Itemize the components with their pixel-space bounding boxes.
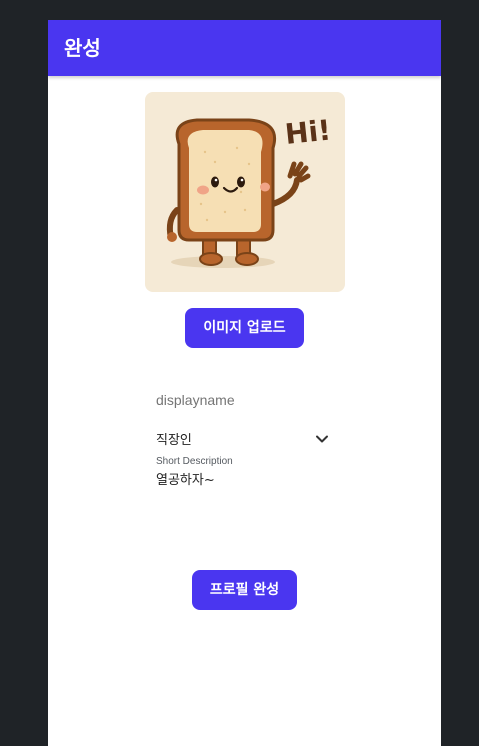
- app-screen: 완성 Hi! 이미지 업로드 displayname 직장인 Short Des…: [48, 20, 441, 746]
- profile-image: Hi!: [145, 92, 345, 292]
- display-name-input[interactable]: [156, 392, 334, 408]
- occupation-value: 직장인: [156, 433, 192, 448]
- toast-character-icon: Hi!: [166, 113, 332, 268]
- app-bar: 완성: [48, 20, 441, 76]
- chevron-down-icon: [316, 435, 328, 443]
- complete-profile-button[interactable]: 프로필 완성: [192, 570, 297, 610]
- short-description-label: Short Description: [156, 456, 233, 467]
- display-name-field[interactable]: [156, 390, 334, 414]
- short-description-input[interactable]: 열공하자~: [156, 472, 215, 490]
- occupation-select[interactable]: 직장인: [156, 430, 329, 454]
- upload-image-button[interactable]: 이미지 업로드: [185, 308, 304, 348]
- hi-text: Hi!: [283, 113, 332, 151]
- page-title: 완성: [64, 36, 101, 60]
